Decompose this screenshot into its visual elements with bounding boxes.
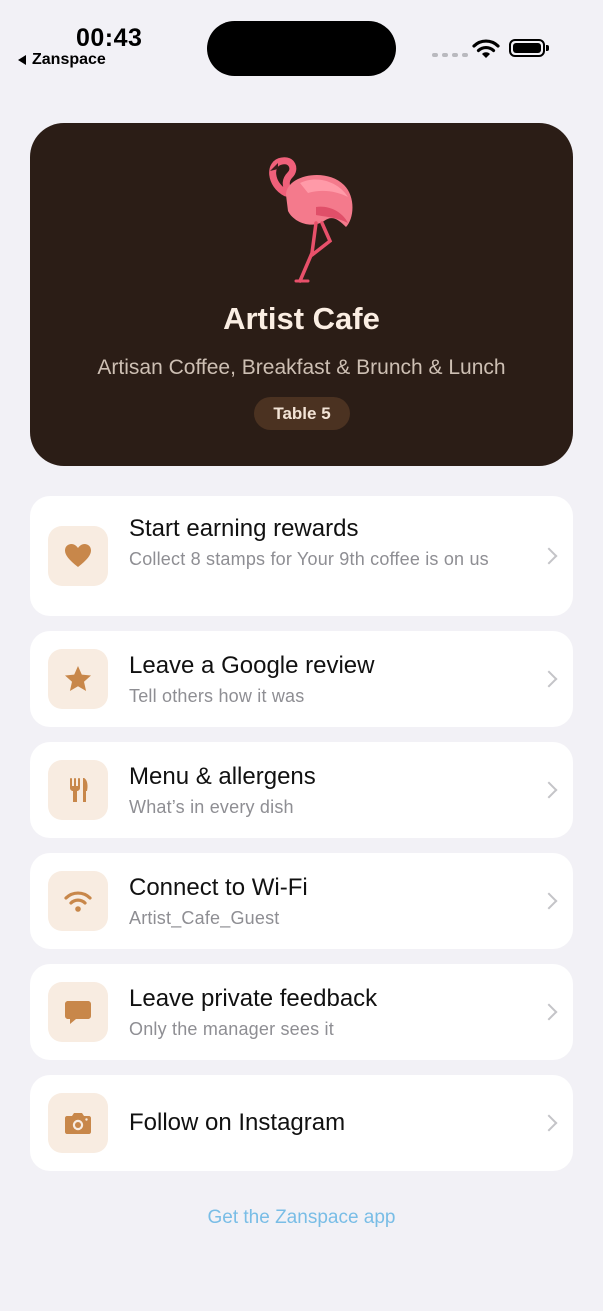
back-arrow-icon bbox=[18, 55, 26, 65]
card-title: Leave private feedback bbox=[129, 985, 378, 1012]
page: 00:43 Zanspace Artist Cafe Artisan Coffe… bbox=[0, 0, 603, 1311]
status-time: 00:43 bbox=[76, 24, 143, 52]
google-review-card[interactable]: Leave a Google review Tell others how it… bbox=[30, 631, 573, 727]
chevron-right-icon bbox=[540, 670, 558, 688]
feedback-card[interactable]: Leave private feedback Only the manager … bbox=[30, 964, 573, 1060]
heart-icon bbox=[65, 544, 91, 567]
rewards-card[interactable]: Start earning rewards Collect 8 stamps f… bbox=[30, 496, 573, 616]
wifi-status-icon bbox=[472, 39, 500, 58]
card-subtitle: Only the manager sees it bbox=[129, 1019, 334, 1039]
card-title: Follow on Instagram bbox=[129, 1109, 346, 1136]
cellular-signal-icon bbox=[432, 53, 468, 57]
star-icon bbox=[65, 666, 91, 691]
chevron-right-icon bbox=[540, 892, 558, 910]
menu-text: Menu & allergens What’s in every dish bbox=[129, 762, 503, 821]
card-title: Connect to Wi-Fi bbox=[129, 874, 308, 901]
battery-icon bbox=[509, 39, 549, 57]
feedback-icon-tile bbox=[48, 982, 108, 1042]
menu-icon-tile bbox=[48, 760, 108, 820]
back-to-app-link[interactable]: Zanspace bbox=[18, 51, 106, 69]
wifi-icon-tile bbox=[48, 871, 108, 931]
wifi-card[interactable]: Connect to Wi-Fi Artist_Cafe_Guest bbox=[30, 853, 573, 949]
dynamic-island bbox=[207, 21, 396, 76]
back-app-label: Zanspace bbox=[32, 51, 106, 68]
chevron-right-icon bbox=[540, 547, 558, 565]
chevron-right-icon bbox=[540, 1003, 558, 1021]
chevron-right-icon bbox=[540, 781, 558, 799]
camera-icon bbox=[65, 1113, 91, 1134]
rewards-icon-tile bbox=[48, 526, 108, 586]
chevron-right-icon bbox=[540, 1114, 558, 1132]
review-text: Leave a Google review Tell others how it… bbox=[129, 651, 503, 710]
instagram-icon-tile bbox=[48, 1093, 108, 1153]
card-subtitle: Tell others how it was bbox=[129, 686, 305, 706]
card-title: Start earning rewards bbox=[129, 515, 359, 542]
instagram-text: Follow on Instagram bbox=[129, 1108, 503, 1138]
flamingo-logo bbox=[269, 157, 353, 283]
card-subtitle: What’s in every dish bbox=[129, 797, 294, 817]
rewards-text: Start earning rewards Collect 8 stamps f… bbox=[129, 514, 503, 573]
card-title: Leave a Google review bbox=[129, 652, 375, 679]
wifi-text: Connect to Wi-Fi Artist_Cafe_Guest bbox=[129, 873, 503, 932]
venue-tagline: Artisan Coffee, Breakfast & Brunch & Lun… bbox=[97, 356, 506, 379]
venue-name: Artist Cafe bbox=[223, 301, 380, 336]
chat-bubble-icon bbox=[65, 1001, 91, 1024]
review-icon-tile bbox=[48, 649, 108, 709]
menu-card[interactable]: Menu & allergens What’s in every dish bbox=[30, 742, 573, 838]
card-subtitle: Artist_Cafe_Guest bbox=[129, 908, 280, 928]
status-bar: 00:43 Zanspace bbox=[0, 0, 603, 90]
get-app-link[interactable]: Get the Zanspace app bbox=[0, 1207, 603, 1229]
feedback-text: Leave private feedback Only the manager … bbox=[129, 984, 503, 1043]
card-title: Menu & allergens bbox=[129, 763, 316, 790]
wifi-icon bbox=[64, 891, 92, 912]
instagram-card[interactable]: Follow on Instagram bbox=[30, 1075, 573, 1171]
card-subtitle: Collect 8 stamps for Your 9th coffee is … bbox=[129, 549, 489, 569]
venue-header-card: Artist Cafe Artisan Coffee, Breakfast & … bbox=[30, 123, 573, 466]
table-badge: Table 5 bbox=[254, 397, 350, 430]
fork-knife-icon bbox=[70, 778, 88, 802]
